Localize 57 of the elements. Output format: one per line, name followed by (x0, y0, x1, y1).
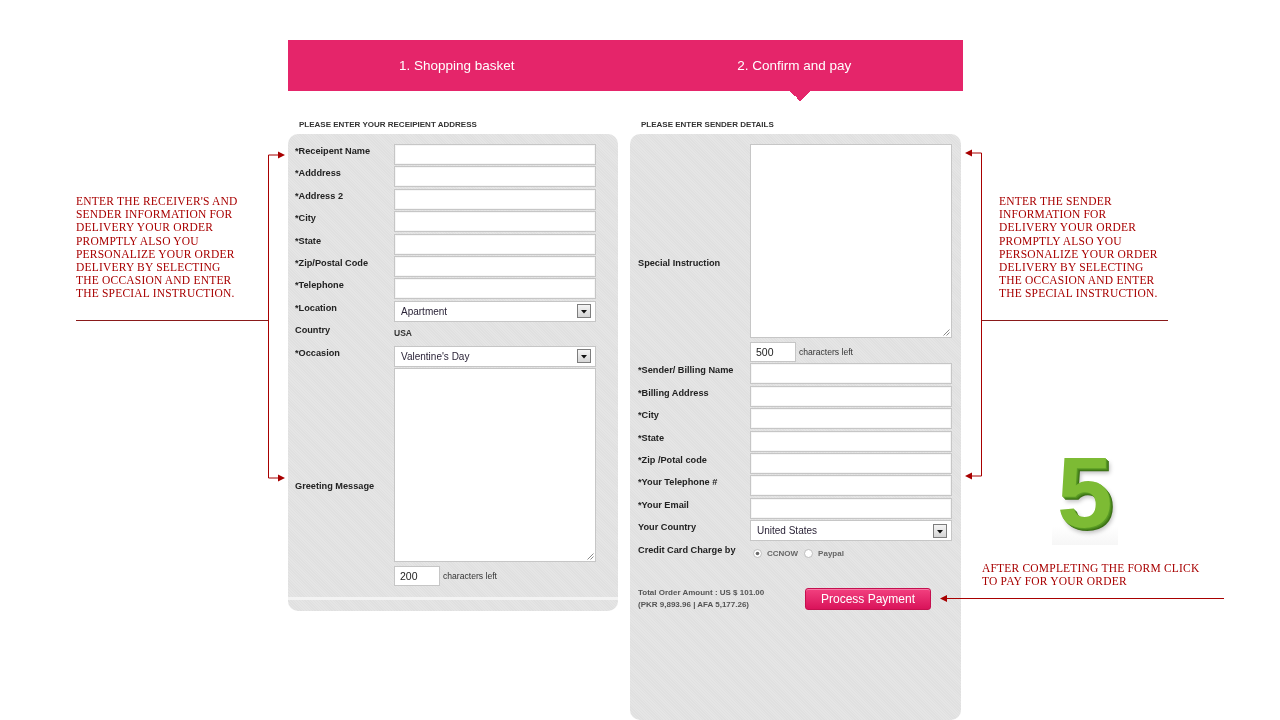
input-field[interactable] (394, 233, 596, 255)
input-field[interactable] (394, 211, 596, 233)
resize-grip-icon (943, 329, 950, 336)
annotation-text: ENTER THE RECEIVER'S AND SENDER INFORMATION FOR DELIVERY YOUR ORDER PROMPTLY ALSO YOU PERSONALIZE YOUR ORDER DELIVERY BY SELECTING THE OCCASION AND ENTER THE SPECIAL INSTRUCTION. (76, 195, 238, 301)
field-label: Credit Card Charge by (638, 543, 736, 556)
textarea-field[interactable] (394, 367, 596, 562)
process-payment-button[interactable]: Process Payment (805, 587, 931, 610)
input-field[interactable] (394, 278, 596, 300)
counter-field: 200 (394, 565, 440, 586)
radio-option[interactable]: CCNOW (753, 548, 799, 558)
field-label: *Your Email (638, 498, 689, 511)
field-label: *State (638, 431, 665, 444)
converted-amount: (PKR 9,893.96 | AFA 5,177.26) (638, 598, 750, 611)
input-field[interactable] (750, 497, 952, 519)
field-value: USA (394, 327, 412, 340)
field-label: *Zip/Postal Code (295, 256, 368, 269)
field-label: Special Instruction (638, 256, 721, 269)
input-field[interactable] (394, 188, 596, 210)
select-field[interactable]: Apartment (394, 300, 596, 322)
field-label: Your Country (638, 521, 696, 534)
annotation-text: ENTER THE SENDER INFORMATION FOR DELIVERY YOUR ORDER PROMPTLY ALSO YOU PERSONALIZE YOUR ORDER DELIVERY BY SELECTING THE OCCASION AND ENTER THE SPECIAL INSTRUCTION. (999, 195, 1158, 301)
input-field[interactable] (750, 430, 952, 452)
section-heading: PLEASE ENTER SENDER DETAILS (641, 120, 774, 130)
field-label: Country (295, 324, 331, 337)
input-field[interactable] (394, 144, 596, 165)
section-heading: PLEASE ENTER YOUR RECEIPIENT ADDRESS (299, 120, 477, 130)
counter-label: characters left (443, 570, 497, 581)
total-amount: Total Order Amount : US $ 101.00 (638, 586, 765, 599)
input-field[interactable] (394, 166, 596, 188)
field-label: *Location (295, 301, 337, 314)
field-label: *Occasion (295, 346, 340, 359)
select-field[interactable]: Valentine's Day (394, 345, 596, 367)
field-label: *Address 2 (295, 189, 343, 202)
textarea-field[interactable] (750, 144, 952, 338)
field-label: *Your Telephone # (638, 476, 718, 489)
field-label: *Sender/ Billing Name (638, 364, 734, 377)
input-field[interactable] (750, 363, 952, 385)
input-field[interactable] (750, 408, 952, 430)
resize-grip-icon (587, 552, 594, 560)
field-label: *Telephone (295, 279, 344, 292)
field-label: *City (295, 212, 316, 225)
field-label: *State (295, 234, 322, 247)
select-field[interactable]: United States (750, 520, 952, 542)
counter-field: 500 (750, 342, 796, 362)
radio-option[interactable]: Paypal (804, 548, 844, 558)
field-label: *Zip /Potal code (638, 453, 707, 466)
field-label: Greeting Message (295, 480, 375, 493)
annotation-text: AFTER COMPLETING THE FORM CLICK TO PAY FOR YOUR ORDER (982, 561, 1200, 589)
field-label: *City (638, 409, 659, 422)
field-label: *Adddress (295, 167, 341, 180)
input-field[interactable] (750, 452, 952, 474)
field-label: *Billing Address (638, 386, 709, 399)
counter-label: characters left (799, 347, 853, 357)
input-field[interactable] (750, 475, 952, 497)
field-label: *Receipent Name (295, 145, 371, 157)
input-field[interactable] (750, 385, 952, 407)
input-field[interactable] (394, 255, 596, 277)
